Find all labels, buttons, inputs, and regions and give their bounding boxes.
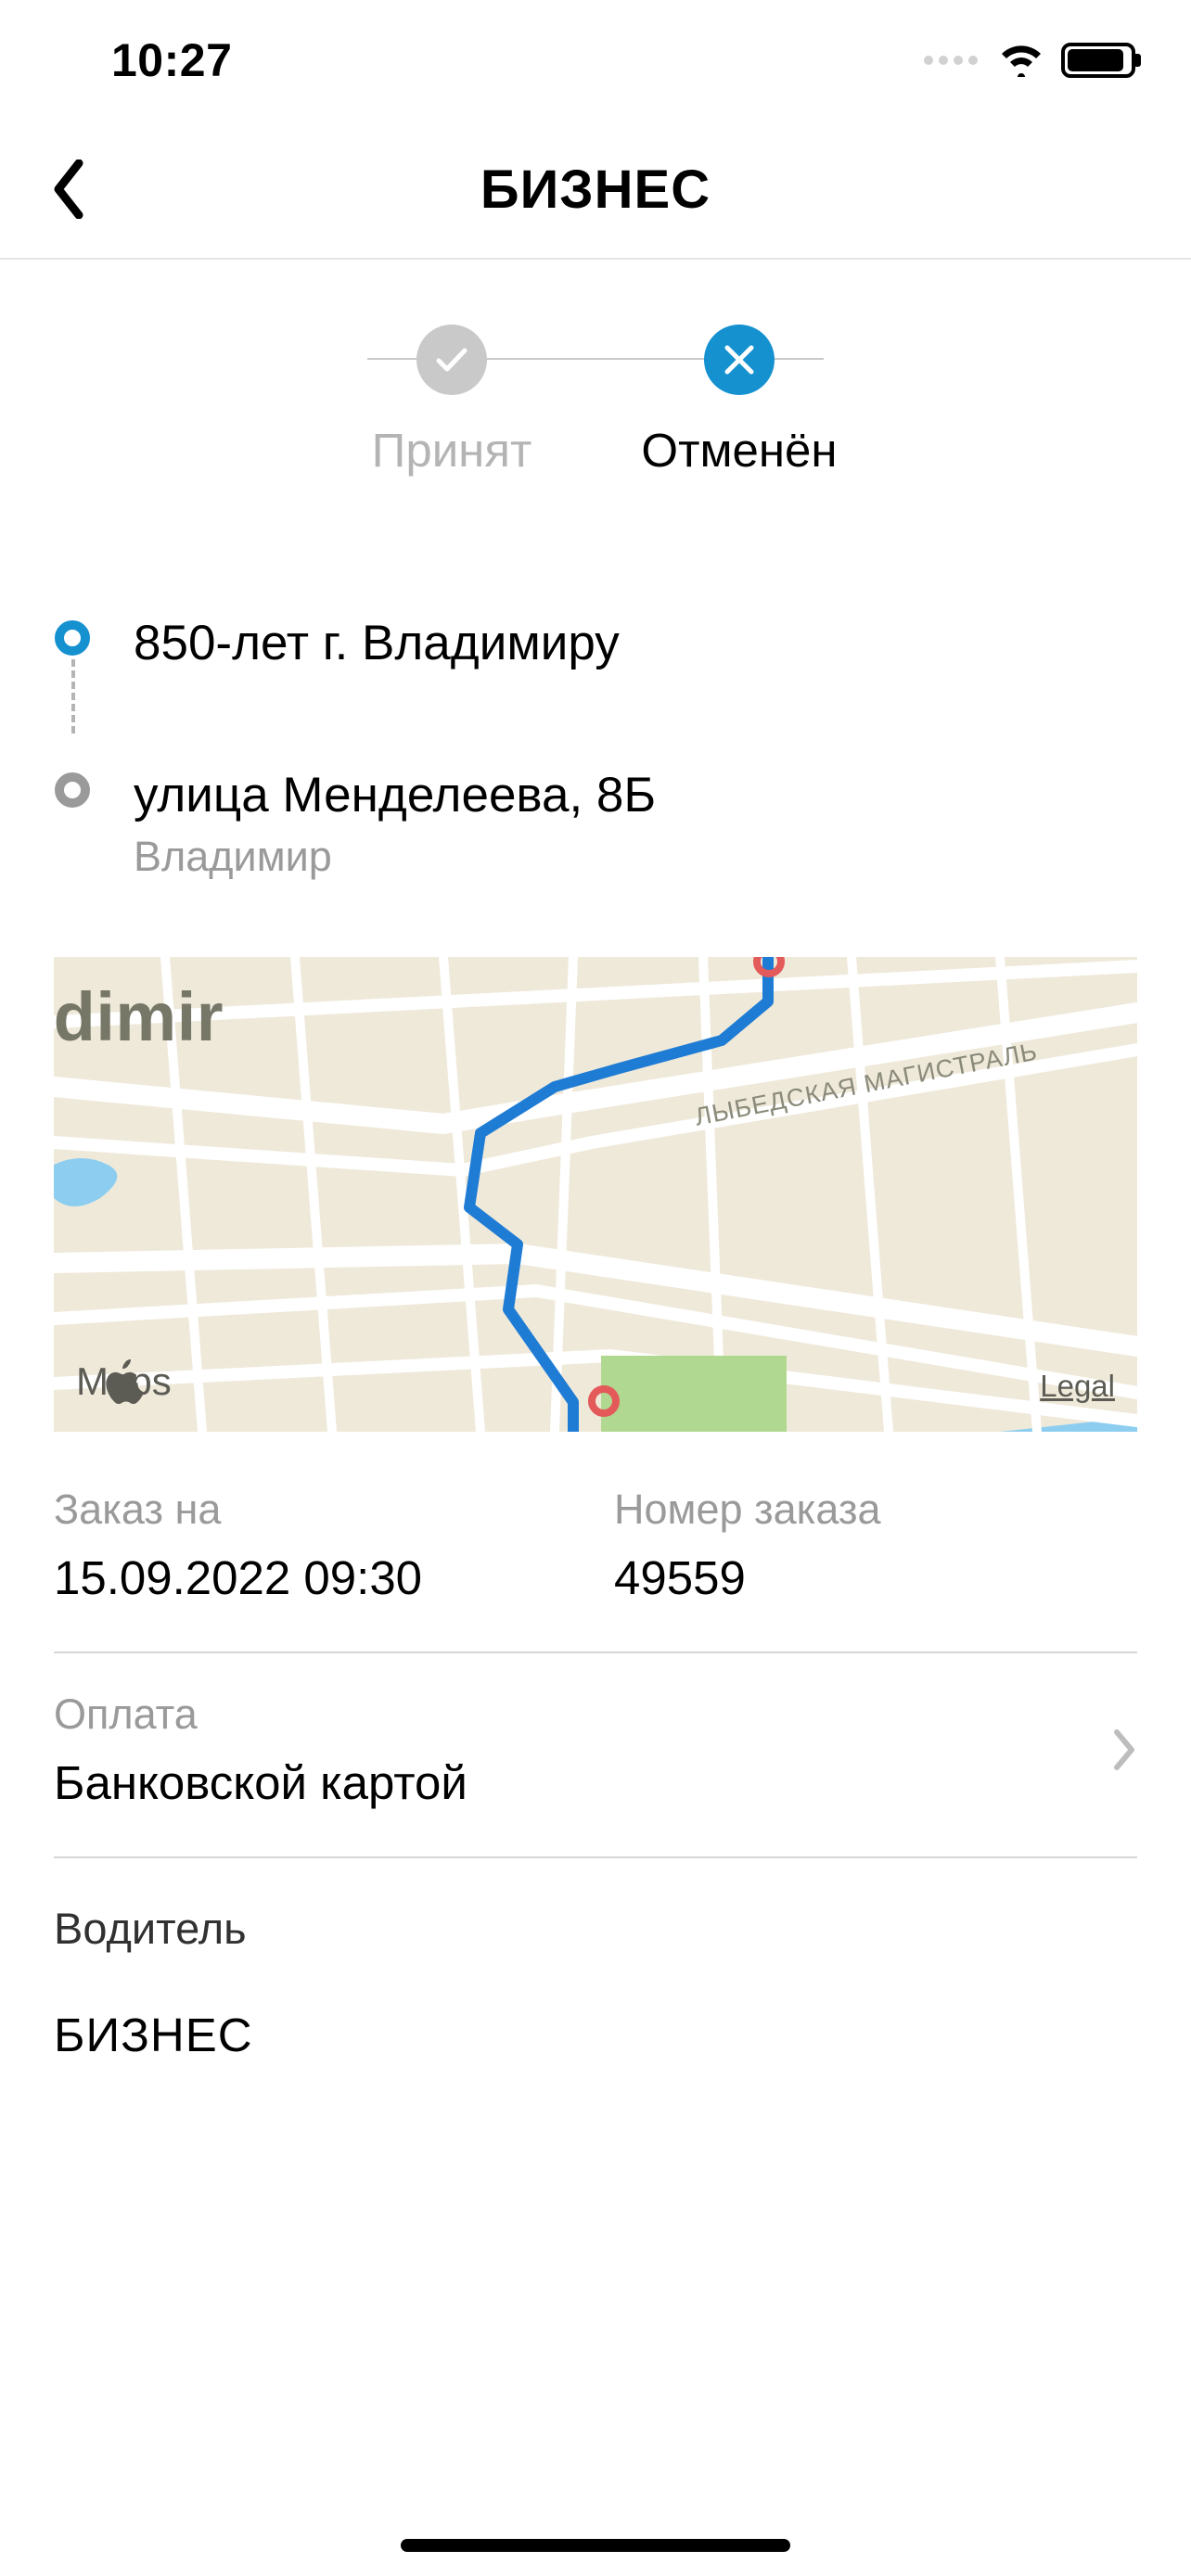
order-for-col: Заказ на 15.09.2022 09:30 <box>54 1486 577 1605</box>
order-for-label: Заказ на <box>54 1486 577 1534</box>
destination-marker-icon <box>54 769 91 808</box>
step-accepted-label: Принят <box>372 423 532 478</box>
map-provider: Maps <box>76 1359 172 1404</box>
order-for-value: 15.09.2022 09:30 <box>54 1550 577 1605</box>
payment-label: Оплата <box>54 1690 1113 1739</box>
order-progress: Принят Отменён <box>0 260 1191 524</box>
destination-city: Владимир <box>134 833 1137 881</box>
route-destination-row: улица Менделеева, 8Б Владимир <box>54 769 1137 880</box>
home-indicator[interactable] <box>401 2539 790 2552</box>
map-city-label: adimir <box>54 977 224 1056</box>
status-bar: 10:27 <box>0 0 1191 121</box>
order-number-value: 49559 <box>614 1550 1137 1605</box>
step-cancelled: Отменён <box>596 325 883 478</box>
step-accepted: Принят <box>308 325 596 478</box>
nav-header: БИЗНЕС <box>0 121 1191 260</box>
route-section: 850-лет г. Владимиру улица Менделеева, 8… <box>0 524 1191 918</box>
step-cancelled-label: Отменён <box>641 423 837 478</box>
origin-address: 850-лет г. Владимиру <box>134 617 1137 680</box>
battery-icon <box>1061 43 1135 78</box>
order-details: Заказ на 15.09.2022 09:30 Номер заказа 4… <box>54 1486 1137 2062</box>
driver-label: Водитель <box>54 1903 1137 1954</box>
route-map[interactable]: adimir ЛЫБЕДСКАЯ МАГИСТРАЛЬ Maps Legal <box>54 957 1137 1432</box>
apple-logo-icon <box>76 1359 172 1404</box>
x-icon <box>704 325 775 395</box>
driver-value: БИЗНЕС <box>54 2008 1137 2062</box>
payment-row[interactable]: Оплата Банковской картой <box>54 1653 1137 1856</box>
status-time: 10:27 <box>111 33 232 87</box>
map-legal-link[interactable]: Legal <box>1040 1369 1115 1404</box>
status-right <box>924 43 1135 78</box>
order-number-label: Номер заказа <box>614 1486 1137 1534</box>
map-pin-destination <box>588 1385 620 1417</box>
order-number-col: Номер заказа 49559 <box>614 1486 1137 1605</box>
detail-row-order: Заказ на 15.09.2022 09:30 Номер заказа 4… <box>54 1486 1137 1651</box>
wifi-icon <box>998 44 1044 77</box>
driver-section: Водитель БИЗНЕС <box>54 1858 1137 2062</box>
cellular-dots-icon <box>924 56 978 65</box>
destination-address: улица Менделеева, 8Б <box>134 769 1137 832</box>
page-title: БИЗНЕС <box>0 159 1191 221</box>
payment-value: Банковской картой <box>54 1755 1113 1810</box>
chevron-right-icon <box>1113 1728 1137 1771</box>
route-connector <box>71 659 75 733</box>
check-icon <box>416 325 487 395</box>
back-button[interactable] <box>45 152 91 226</box>
chevron-left-icon <box>51 159 84 219</box>
origin-marker-icon <box>54 617 91 656</box>
route-origin-row: 850-лет г. Владимиру <box>54 617 1137 680</box>
